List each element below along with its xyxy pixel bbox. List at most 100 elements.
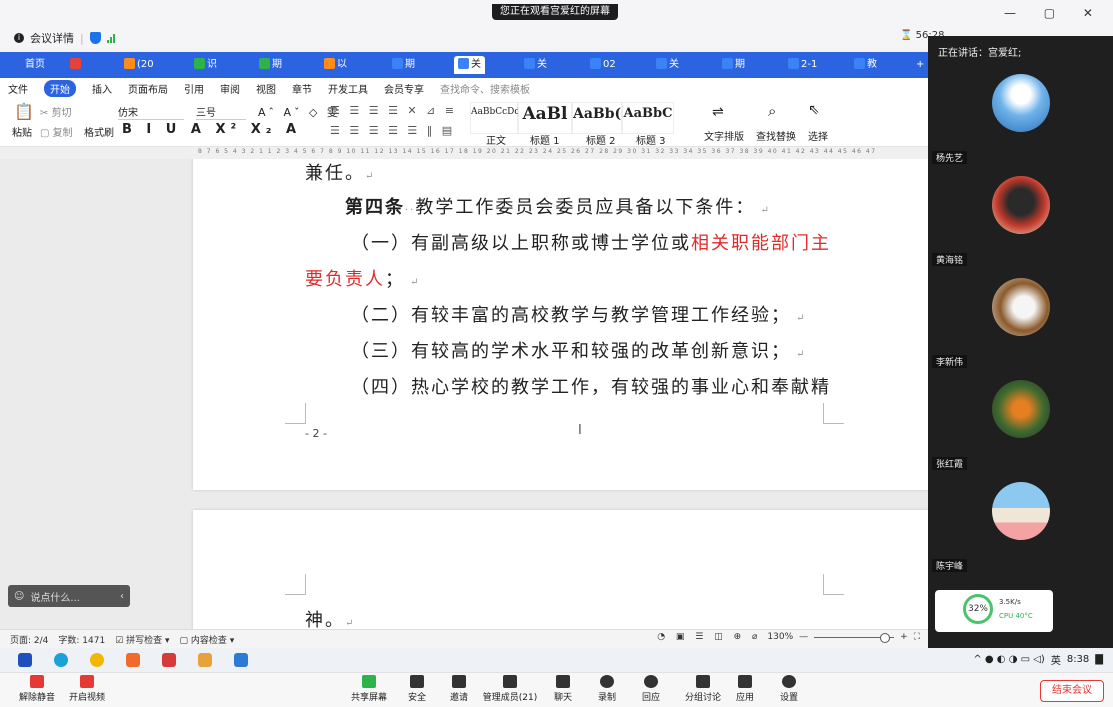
edge-icon[interactable] (54, 653, 68, 667)
document-tab[interactable]: 期 (718, 56, 749, 74)
fullscreen-icon[interactable]: ⛶ (914, 632, 920, 642)
notification-icon[interactable]: ▇ (1095, 654, 1103, 665)
share-banner[interactable]: 您正在观看宫爱红的屏幕 (492, 4, 618, 20)
meeting-app-icon[interactable] (234, 653, 248, 667)
horizontal-ruler[interactable]: 8 7 6 5 4 3 2 1 1 2 3 4 5 6 7 8 9 10 11 … (0, 147, 928, 159)
app-icon[interactable] (126, 653, 140, 667)
menu-item[interactable]: 文件 (8, 81, 28, 96)
cpu-ring: 32% (963, 594, 993, 624)
select-button[interactable]: 选择 (808, 128, 828, 143)
document-tab-label: (20 (137, 59, 154, 70)
spell-check-toggle[interactable]: ☑ 拼写检查 ▾ (115, 633, 169, 646)
menu-item[interactable]: 会员专享 (384, 81, 424, 96)
wps-icon[interactable] (162, 653, 176, 667)
document-tab[interactable]: 以 (320, 56, 351, 74)
format-painter-button[interactable]: 格式刷 (84, 124, 114, 139)
cut-button[interactable]: ✂ 剪切 (40, 104, 72, 119)
menu-item[interactable]: 审阅 (220, 81, 240, 96)
document-tab[interactable]: 2-1 (784, 56, 821, 74)
font-select[interactable]: 仿宋 (118, 104, 184, 120)
cpu-monitor-widget[interactable]: 32% 3.5K/s CPU 40°C (935, 590, 1053, 632)
window-controls[interactable]: — ▢ ✕ (1004, 6, 1105, 20)
participant-tile[interactable]: 陈宇峰 (928, 474, 1113, 576)
menu-item[interactable]: 开发工具 (328, 81, 368, 96)
zoom-out-button[interactable]: — (799, 632, 808, 642)
paste-button[interactable]: 粘贴 (12, 124, 32, 139)
reaction-button[interactable]: 回应 (626, 675, 676, 703)
invite-button[interactable]: 邀请 (434, 675, 484, 703)
zoom-level[interactable]: 130% (767, 632, 793, 642)
word-count[interactable]: 字数: 1471 (58, 633, 105, 646)
app-icon[interactable] (198, 653, 212, 667)
document-tab[interactable]: 关 (652, 56, 683, 74)
menu-item[interactable]: 视图 (256, 81, 276, 96)
participant-tile[interactable]: 杨先艺 (928, 66, 1113, 168)
find-replace-button[interactable]: 查找替换 (756, 128, 796, 143)
unmute-button[interactable]: 解除静音 (12, 675, 62, 703)
document-tab[interactable]: 教 (850, 56, 881, 74)
doc-item-1: （一）有副高级以上职称或博士学位或相关职能部门主 (351, 233, 831, 254)
style-heading-3[interactable]: AaBbC (622, 102, 674, 134)
content-check-toggle[interactable]: ▢ 内容检查 ▾ (180, 633, 235, 646)
style-heading-1[interactable]: AaBl (518, 102, 572, 134)
zoom-slider-thumb[interactable] (880, 632, 891, 643)
zoom-in-button[interactable]: + (900, 632, 908, 642)
smile-icon: ☺ (14, 590, 25, 602)
style-normal[interactable]: AaBbCcDd (470, 102, 520, 134)
meeting-info[interactable]: i 会议详情 | (14, 30, 115, 46)
tray-icons[interactable]: ^ ● ◐ ◑ ▭ ◁) (973, 654, 1045, 665)
chat-button[interactable]: 聊天 (538, 675, 588, 703)
document-type-icon (656, 58, 667, 69)
end-meeting-button[interactable]: 结束会议 (1040, 680, 1104, 702)
share-screen-button[interactable]: 共享屏幕 (344, 675, 394, 703)
zoom-slider[interactable] (814, 632, 895, 643)
page-indicator[interactable]: 页面: 2/4 (10, 633, 48, 646)
comment-input[interactable]: ☺ 说点什么... ‹ (8, 585, 130, 607)
paragraph-buttons[interactable]: ☰ ☰ ☰ ☰ ✕ ⊿ ≡ (330, 104, 457, 117)
document-tab[interactable]: 关 (454, 56, 485, 74)
search-icon[interactable]: ⌕ (768, 102, 776, 120)
align-buttons[interactable]: ☰ ☰ ☰ ☰ ☰ ‖ ▤ (330, 124, 455, 137)
start-video-button[interactable]: 开启视频 (62, 675, 112, 703)
apps-button[interactable]: 应用 (720, 675, 770, 703)
style-heading-2[interactable]: AaBb( (572, 102, 622, 134)
clock[interactable]: 8:38 (1067, 654, 1089, 665)
document-tab[interactable]: 期 (388, 56, 419, 74)
menu-item[interactable]: 页面布局 (128, 81, 168, 96)
record-button[interactable]: 录制 (582, 675, 632, 703)
collapse-chevron-icon[interactable]: ‹ (120, 591, 130, 602)
document-tab[interactable]: 期 (255, 56, 286, 74)
command-search-input[interactable]: 查找命令、搜索模板 (440, 81, 530, 96)
chrome-icon[interactable] (90, 653, 104, 667)
cursor-icon[interactable]: ⇖ (808, 102, 820, 118)
font-grow-buttons[interactable]: Aˆ Aˇ ◇ 雯 (258, 104, 341, 120)
menu-item[interactable]: 章节 (292, 81, 312, 96)
members-button[interactable]: 管理成员(21) (478, 675, 542, 703)
participant-tile[interactable]: 黄海铭 (928, 168, 1113, 270)
document-tab[interactable]: 识 (190, 56, 221, 74)
menu-item[interactable]: 插入 (92, 81, 112, 96)
text-layout-button[interactable]: 文字排版 (704, 128, 744, 143)
participant-tile[interactable]: 李新伟 (928, 270, 1113, 372)
paste-icon[interactable]: 📋 (14, 102, 34, 121)
document-canvas[interactable]: 兼任。↵ 第四条··教学工作委员会委员应具备以下条件： ↵ （一）有副高级以上职… (0, 159, 928, 629)
document-tab[interactable]: 关 (520, 56, 551, 74)
copy-button[interactable]: ▢ 复制 (40, 124, 73, 139)
new-tab-button[interactable]: + (912, 56, 928, 74)
menu-item[interactable]: 开始 (44, 79, 76, 97)
text-layout-icon[interactable]: ⇌ (712, 104, 724, 120)
document-tab[interactable]: (20 (120, 56, 158, 74)
menu-item[interactable]: 引用 (184, 81, 204, 96)
document-page-2[interactable]: 兼任。↵ 第四条··教学工作委员会委员应具备以下条件： ↵ （一）有副高级以上职… (193, 159, 928, 490)
participant-tile[interactable]: 张红霞 (928, 372, 1113, 474)
settings-button[interactable]: 设置 (764, 675, 814, 703)
text-format-buttons[interactable]: B I U A X² X₂ A (122, 122, 301, 137)
start-icon[interactable] (18, 653, 32, 667)
document-page-3[interactable]: 神。↵ (193, 510, 928, 629)
document-tab[interactable] (66, 56, 87, 74)
font-size-select[interactable]: 三号 (196, 104, 246, 120)
document-tab[interactable]: 02 (586, 56, 620, 74)
document-tab[interactable]: 首页 (8, 56, 49, 74)
ime-indicator[interactable]: 英 (1051, 652, 1061, 667)
view-mode-icons[interactable]: ◔ ▣ ☰ ◫ ⊕ ⌀ (657, 632, 761, 642)
